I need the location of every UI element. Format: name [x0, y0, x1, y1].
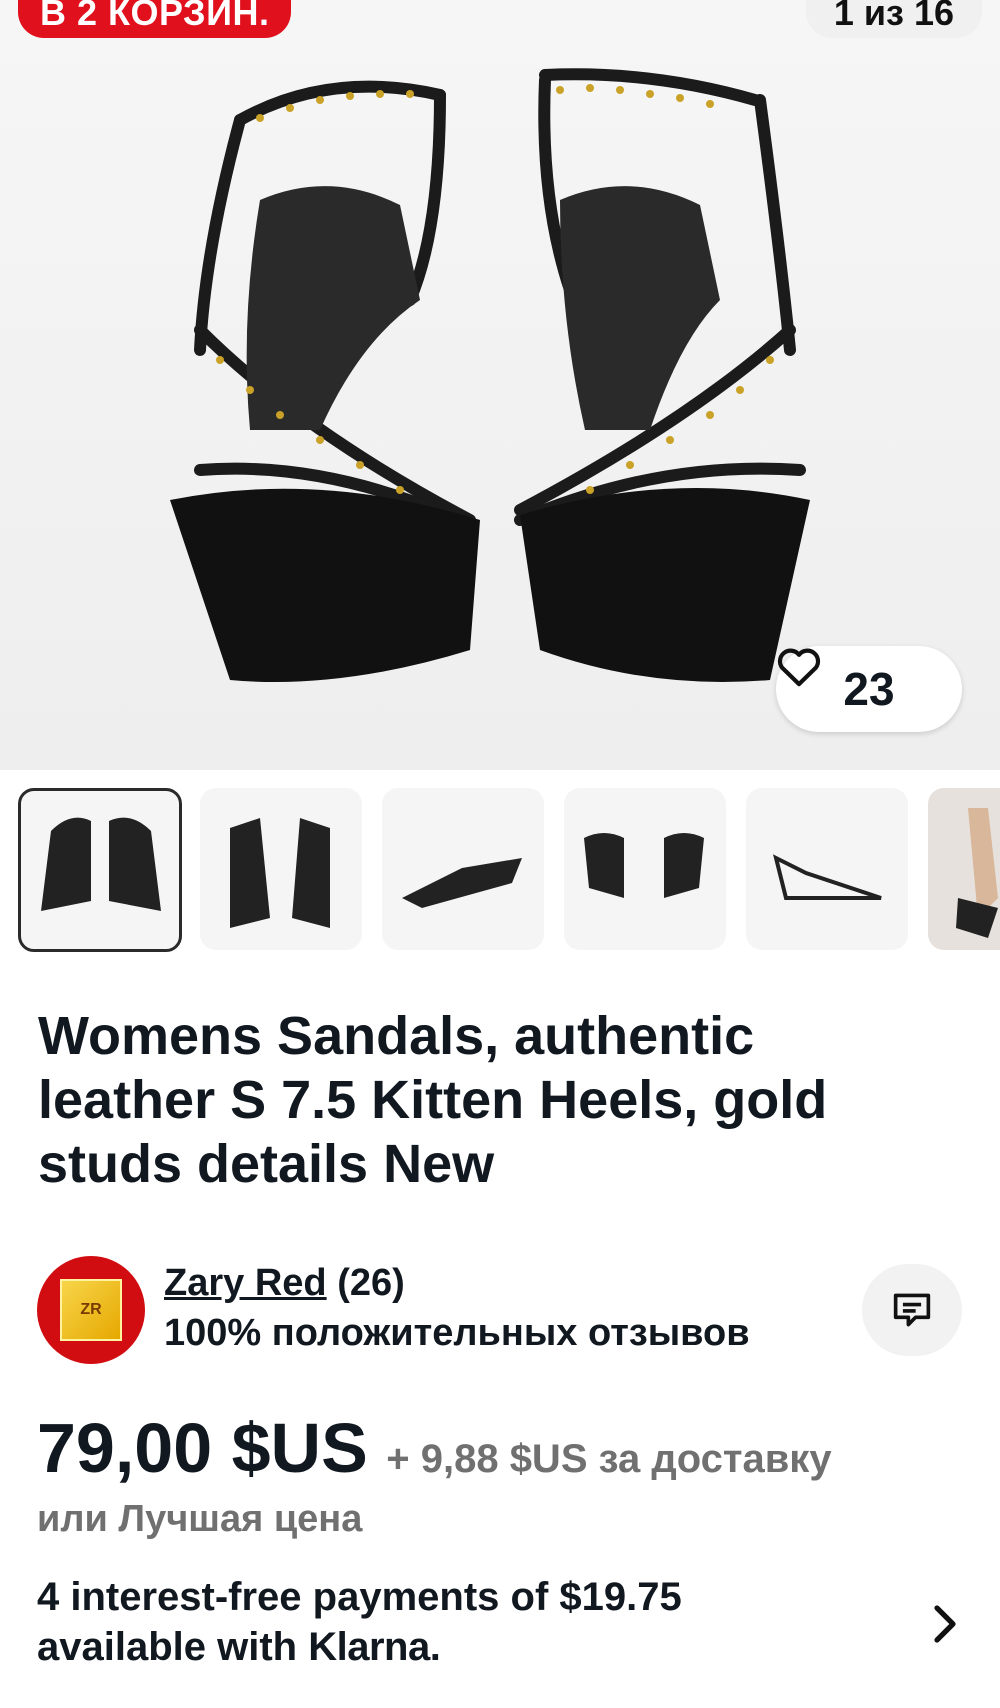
thumbnail-image: [41, 817, 161, 911]
klarna-line-2: available with Klarna.: [37, 1622, 887, 1672]
klarna-line-1: 4 interest-free payments of $19.75: [37, 1575, 682, 1619]
thumbnail-6[interactable]: [928, 788, 1000, 950]
right-insole: [560, 186, 720, 430]
shipping-cost: + 9,88 $US за доставку: [386, 1437, 832, 1481]
left-insole: [246, 186, 420, 430]
thumbnail-strip[interactable]: [18, 788, 1000, 954]
message-icon: [893, 1293, 931, 1327]
cart-count-badge: В 2 КОРЗИН.: [18, 0, 292, 38]
thumbnail-5[interactable]: [746, 788, 908, 950]
thumbnail-2[interactable]: [200, 788, 362, 950]
heart-icon: [777, 648, 821, 687]
thumbnail-image: [402, 858, 522, 908]
thumbnail-image: [230, 818, 330, 928]
klarna-line-2-prefix: available with: [37, 1625, 309, 1669]
seller-name-link[interactable]: Zary Red: [164, 1262, 327, 1304]
product-main-image[interactable]: В 2 КОРЗИН. 1 из 16 23: [0, 0, 1000, 770]
thumbnail-image: [584, 833, 704, 898]
best-offer-text: или Лучшая цена: [37, 1498, 363, 1540]
watch-button[interactable]: 23: [776, 646, 962, 732]
listing-title: Womens Sandals, authentic leather S 7.5 …: [38, 1006, 828, 1194]
seller-avatar[interactable]: ZR: [37, 1256, 145, 1364]
thumbnail-3[interactable]: [382, 788, 544, 950]
seller-positive-feedback: 100% положительных отзывов: [164, 1312, 750, 1354]
klarna-payments[interactable]: 4 interest-free payments of $19.75 avail…: [37, 1572, 887, 1672]
left-toe: [170, 488, 480, 682]
seller-info: Zary Red (26) 100% положительных отзывов: [164, 1258, 750, 1358]
thumbnail-image: [928, 788, 1000, 950]
price-row: 79,00 $US + 9,88 $US за доставку: [37, 1408, 832, 1488]
watch-count: 23: [843, 663, 895, 715]
klarna-brand: Klarna.: [308, 1625, 441, 1669]
chevron-right-icon[interactable]: [930, 1604, 960, 1644]
thumbnail-4[interactable]: [564, 788, 726, 950]
price: 79,00 $US: [37, 1409, 368, 1487]
seller-logo-icon: ZR: [60, 1279, 122, 1341]
right-toe: [520, 488, 810, 682]
thumbnail-1[interactable]: [18, 788, 182, 952]
contact-seller-button[interactable]: [862, 1264, 962, 1356]
image-counter: 1 из 16: [805, 0, 982, 38]
seller-feedback-count: (26): [337, 1262, 405, 1304]
thumbnail-image: [773, 854, 882, 900]
